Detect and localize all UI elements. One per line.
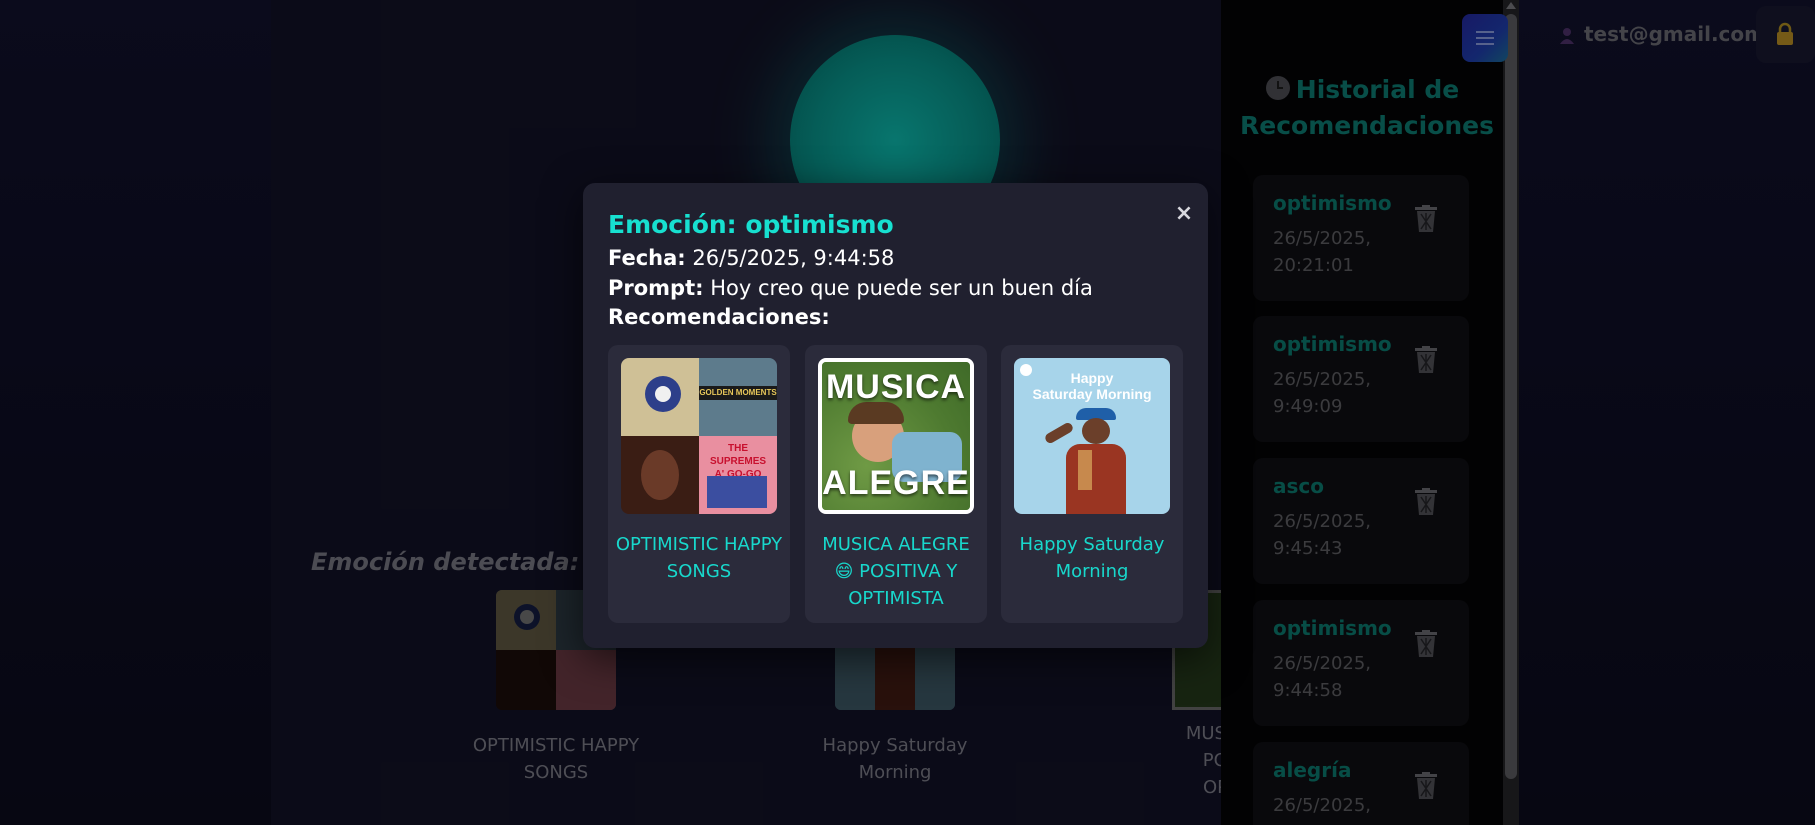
recommendation-title: OPTIMISTIC HAPPY SONGS (615, 534, 783, 582)
cover-optimistic-happy-songs: GOLDEN MOMENTS THE SUPREMES A' GO-GO (621, 358, 777, 514)
recommendation-card[interactable]: MUSICA ALEGRE MUSICA ALEGRE 😄 POSITIVA Y… (805, 345, 987, 623)
cover-musica-alegre: MUSICA ALEGRE (818, 358, 974, 514)
cover-happy-saturday-morning: Happy Saturday Morning (1014, 358, 1170, 514)
recommendation-card[interactable]: Happy Saturday Morning Happy Saturday Mor… (1001, 345, 1183, 623)
close-icon[interactable]: × (1172, 202, 1196, 226)
modal-prompt-line: Prompt: Hoy creo que puede ser un buen d… (608, 276, 1093, 300)
modal-date-line: Fecha: 26/5/2025, 9:44:58 (608, 246, 895, 270)
recommendation-card[interactable]: GOLDEN MOMENTS THE SUPREMES A' GO-GO OPTI… (608, 345, 790, 623)
modal-recs-label: Recomendaciones: (608, 305, 830, 329)
recommendation-title: Happy Saturday Morning (1019, 534, 1165, 582)
recommendation-title: MUSICA ALEGRE 😄 POSITIVA Y OPTIMISTA (822, 534, 970, 609)
modal-title: Emoción: optimismo (608, 210, 894, 239)
